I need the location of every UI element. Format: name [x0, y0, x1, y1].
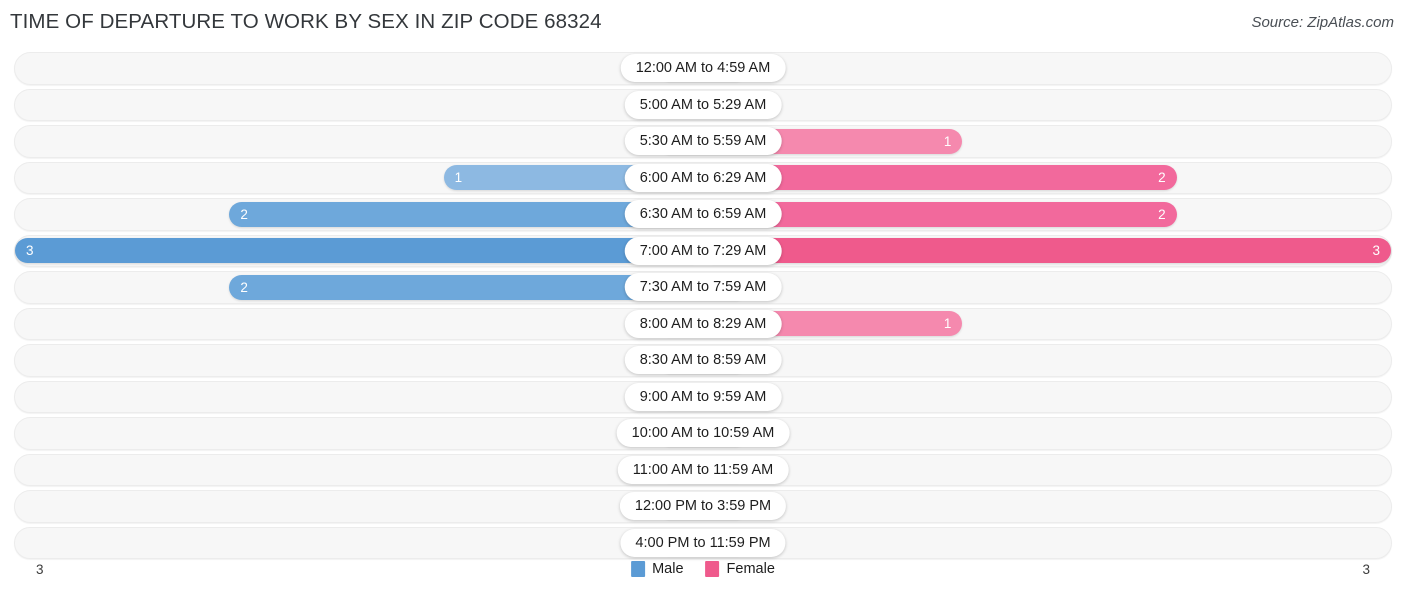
female-bar[interactable]: 3 — [703, 238, 1391, 264]
legend-label-male: Male — [652, 561, 684, 577]
female-side: 2 — [703, 196, 1391, 233]
chart-row: 0 1 5:30 AM to 5:59 AM — [0, 123, 1406, 160]
chart-row: 009:00 AM to 9:59 AM — [0, 379, 1406, 416]
category-label: 12:00 PM to 3:59 PM — [619, 492, 787, 521]
chart-row: 005:00 AM to 5:29 AM — [0, 87, 1406, 124]
category-label: 7:30 AM to 7:59 AM — [624, 273, 782, 302]
male-value-label: 2 — [240, 206, 248, 222]
female-side: 0 — [703, 50, 1391, 87]
chart-legend: Male Female — [631, 561, 775, 577]
chart-row: 3 3 7:00 AM to 7:29 AM — [0, 233, 1406, 270]
female-side: 0 — [703, 379, 1391, 416]
chart-footer: 3 3 Male Female — [0, 556, 1406, 595]
chart-row: 0010:00 AM to 10:59 AM — [0, 415, 1406, 452]
legend-swatch-female — [705, 561, 720, 577]
legend-item-male[interactable]: Male — [631, 561, 684, 577]
category-label: 9:00 AM to 9:59 AM — [624, 382, 782, 411]
category-label: 6:00 AM to 6:29 AM — [624, 163, 782, 192]
female-value-label: 3 — [1372, 243, 1380, 259]
category-label: 8:30 AM to 8:59 AM — [624, 346, 782, 375]
male-value-label: 3 — [26, 243, 34, 259]
male-side: 0 — [15, 342, 703, 379]
female-value-label: 1 — [943, 316, 952, 332]
category-label: 10:00 AM to 10:59 AM — [616, 419, 790, 448]
category-label: 5:30 AM to 5:59 AM — [624, 127, 782, 156]
male-side: 0 — [15, 415, 703, 452]
female-value-label: 1 — [943, 133, 952, 149]
female-side: 3 — [703, 233, 1391, 270]
chart-row: 0 1 8:00 AM to 8:29 AM — [0, 306, 1406, 343]
source-attribution: Source: ZipAtlas.com — [1251, 14, 1394, 31]
chart-row: 2 07:30 AM to 7:59 AM — [0, 269, 1406, 306]
chart-row: 008:30 AM to 8:59 AM — [0, 342, 1406, 379]
male-side: 0 — [15, 123, 703, 160]
diverging-bar-plot: 0012:00 AM to 4:59 AM005:00 AM to 5:29 A… — [0, 50, 1406, 559]
chart-row: 2 2 6:30 AM to 6:59 AM — [0, 196, 1406, 233]
chart-row: 0012:00 AM to 4:59 AM — [0, 50, 1406, 87]
chart-page: TIME OF DEPARTURE TO WORK BY SEX IN ZIP … — [0, 0, 1406, 595]
female-side: 0 — [703, 87, 1391, 124]
male-side: 1 — [15, 160, 703, 197]
legend-item-female[interactable]: Female — [705, 561, 775, 577]
category-label: 12:00 AM to 4:59 AM — [620, 54, 786, 83]
female-side: 1 — [703, 306, 1391, 343]
female-side: 2 — [703, 160, 1391, 197]
chart-row: 0012:00 PM to 3:59 PM — [0, 488, 1406, 525]
male-side: 0 — [15, 379, 703, 416]
chart-row: 0011:00 AM to 11:59 AM — [0, 452, 1406, 489]
male-side: 0 — [15, 87, 703, 124]
category-label: 8:00 AM to 8:29 AM — [624, 309, 782, 338]
female-value-label: 2 — [1158, 206, 1166, 222]
male-side: 2 — [15, 269, 703, 306]
female-side: 1 — [703, 123, 1391, 160]
male-side: 3 — [15, 233, 703, 270]
female-side: 0 — [703, 269, 1391, 306]
female-side: 0 — [703, 488, 1391, 525]
category-label: 4:00 PM to 11:59 PM — [620, 528, 786, 557]
legend-swatch-male — [631, 561, 646, 577]
male-value-label: 1 — [454, 170, 463, 186]
axis-label-right-max: 3 — [1362, 562, 1370, 577]
category-label: 5:00 AM to 5:29 AM — [624, 90, 782, 119]
chart-header: TIME OF DEPARTURE TO WORK BY SEX IN ZIP … — [0, 0, 1406, 44]
male-bar[interactable]: 3 — [15, 238, 703, 264]
male-value-label: 2 — [240, 279, 248, 295]
axis-label-left-max: 3 — [36, 562, 44, 577]
female-side: 0 — [703, 415, 1391, 452]
male-side: 0 — [15, 488, 703, 525]
female-side: 0 — [703, 342, 1391, 379]
male-side: 0 — [15, 452, 703, 489]
male-side: 2 — [15, 196, 703, 233]
category-label: 7:00 AM to 7:29 AM — [624, 236, 782, 265]
male-side: 0 — [15, 306, 703, 343]
chart-row: 1 2 6:00 AM to 6:29 AM — [0, 160, 1406, 197]
female-value-label: 2 — [1158, 170, 1166, 186]
female-side: 0 — [703, 452, 1391, 489]
male-side: 0 — [15, 50, 703, 87]
page-title: TIME OF DEPARTURE TO WORK BY SEX IN ZIP … — [10, 10, 602, 33]
category-label: 6:30 AM to 6:59 AM — [624, 200, 782, 229]
category-label: 11:00 AM to 11:59 AM — [617, 455, 789, 484]
legend-label-female: Female — [726, 561, 775, 577]
